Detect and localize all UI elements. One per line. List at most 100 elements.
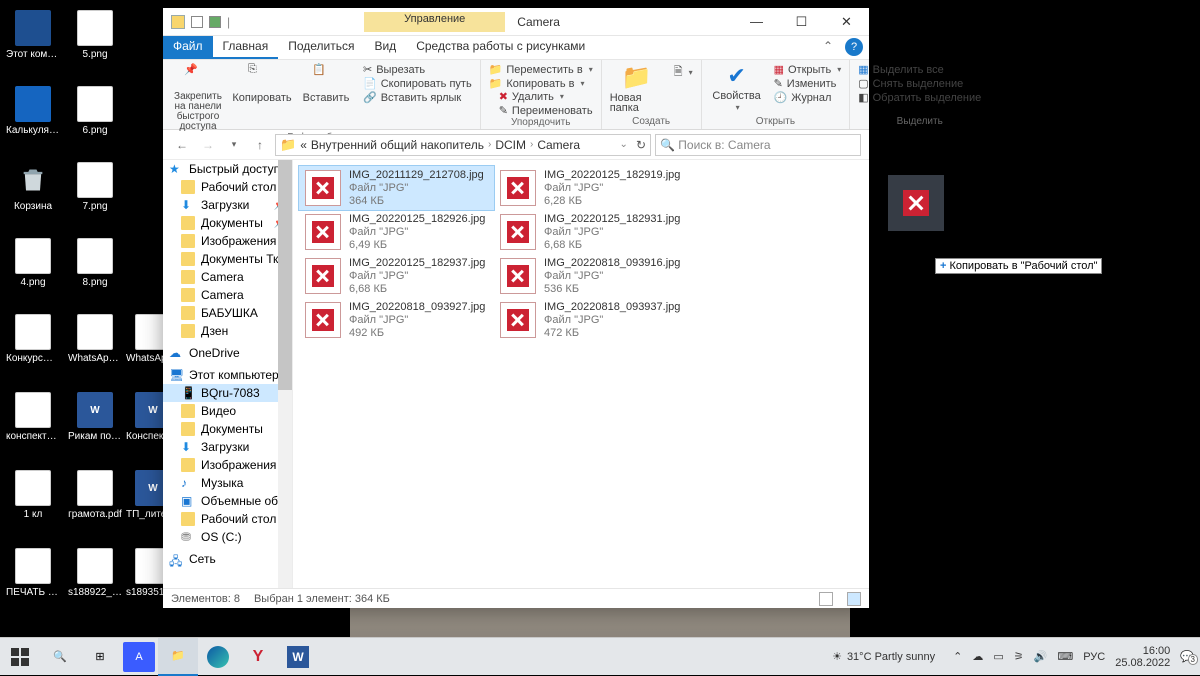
rename-button[interactable]: ✎Переименовать (499, 104, 593, 117)
back-button[interactable]: ← (171, 134, 193, 156)
details-view-button[interactable] (819, 592, 833, 606)
tray-chevron-icon[interactable]: ⌃ (953, 650, 962, 663)
nav-item[interactable]: 🖥Этот компьютер (163, 366, 292, 384)
weather-widget[interactable]: ☀31°C Partly sunny (832, 650, 935, 663)
tray-battery-icon[interactable]: ▭ (993, 650, 1003, 663)
delete-button[interactable]: ✖Удалить▾ (499, 90, 593, 103)
menu-view[interactable]: Вид (364, 36, 406, 59)
search-input[interactable]: 🔍 Поиск в: Camera (655, 134, 861, 156)
collapse-ribbon-icon[interactable]: ⌃ (817, 36, 839, 59)
start-button[interactable] (0, 638, 40, 676)
new-item-button[interactable]: 🗎▾ (674, 63, 693, 82)
context-tab[interactable]: Управление (364, 12, 505, 32)
taskbar-yandex[interactable]: Y (238, 638, 278, 676)
menu-file[interactable]: Файл (163, 36, 213, 59)
nav-item[interactable]: ♪Музыка (163, 474, 292, 492)
edit-button[interactable]: ✎Изменить (774, 77, 842, 90)
tray-clock[interactable]: 16:0025.08.2022 (1115, 645, 1170, 669)
recent-button[interactable]: ▾ (223, 134, 245, 156)
nav-item[interactable]: 🖧Сеть (163, 550, 292, 568)
tray-volume-icon[interactable]: 🔊 (1034, 650, 1048, 663)
file-item[interactable]: IMG_20220125_182919.jpgФайл "JPG"6,28 КБ (494, 166, 689, 210)
desktop-icon[interactable]: s188922_tk... (68, 548, 122, 598)
new-folder-button[interactable]: 📁Новая папка (610, 63, 664, 113)
refresh-button[interactable]: ↻ (636, 138, 646, 152)
desktop-icon[interactable]: 4.png (6, 238, 60, 288)
copy-to-button[interactable]: 📁Копировать в▾ (489, 77, 593, 90)
file-item[interactable]: IMG_20220818_093937.jpgФайл "JPG"472 КБ (494, 298, 689, 342)
nav-item[interactable]: Изображения (163, 456, 292, 474)
nav-item[interactable]: Изображения📌 (163, 232, 292, 250)
taskbar-explorer[interactable]: 📁 (158, 638, 198, 676)
copy-button[interactable]: ⎘Копировать (235, 63, 289, 104)
search-button[interactable]: 🔍 (40, 638, 80, 676)
desktop-icon[interactable]: 1 кл (6, 470, 60, 520)
copy-path-button[interactable]: 📄Скопировать путь (363, 77, 472, 90)
nav-item[interactable]: Видео (163, 402, 292, 420)
nav-item[interactable]: ★Быстрый доступ (163, 160, 292, 178)
desktop-icon[interactable]: 7.png (68, 162, 122, 212)
desktop-icon[interactable]: конспекты - Ярлык (6, 392, 60, 442)
menu-picture-tools[interactable]: Средства работы с рисунками (406, 36, 595, 59)
nav-item[interactable]: ▣Объемные объекты (163, 492, 292, 510)
breadcrumb[interactable]: 📁 « Внутренний общий накопитель› DCIM› C… (275, 134, 651, 156)
desktop-icon[interactable]: 5.png (68, 10, 122, 60)
desktop-icon[interactable]: 6.png (68, 86, 122, 136)
nav-item[interactable]: ☁OneDrive (163, 344, 292, 362)
file-item[interactable]: IMG_20220125_182931.jpgФайл "JPG"6,68 КБ (494, 210, 689, 254)
desktop-icon[interactable]: грамота.pdf (68, 470, 122, 520)
properties-button[interactable]: ✔Свойства▾ (710, 63, 764, 112)
large-icons-view-button[interactable] (847, 592, 861, 606)
taskbar-word[interactable]: W (278, 638, 318, 676)
open-button[interactable]: ▦Открыть▾ (774, 63, 842, 76)
up-button[interactable]: ↑ (249, 134, 271, 156)
maximize-button[interactable]: ☐ (779, 8, 824, 36)
taskbar-app[interactable]: A (123, 642, 155, 672)
file-item[interactable]: IMG_20220125_182926.jpgФайл "JPG"6,49 КБ (299, 210, 494, 254)
desktop-icon[interactable]: Конкурсы 21-22 - ... (6, 314, 60, 364)
pin-to-quickaccess-button[interactable]: 📌Закрепить на панели быстрого доступа (171, 63, 225, 132)
nav-item[interactable]: Camera (163, 286, 292, 304)
tray-keyboard-icon[interactable]: ⌨ (1057, 650, 1073, 663)
move-to-button[interactable]: 📁Переместить в▾ (489, 63, 593, 76)
select-none-button[interactable]: ▢Снять выделение (858, 77, 981, 90)
nav-pane[interactable]: ★Быстрый доступРабочий стол📌⬇Загрузки📌 До… (163, 160, 293, 588)
file-item[interactable]: IMG_20220818_093927.jpgФайл "JPG"492 КБ (299, 298, 494, 342)
qat-btn[interactable] (209, 16, 221, 28)
menu-home[interactable]: Главная (213, 36, 279, 59)
forward-button[interactable]: → (197, 134, 219, 156)
desktop-icon[interactable]: Корзина (6, 162, 60, 212)
file-list[interactable]: IMG_20211129_212708.jpgФайл "JPG"364 КБI… (293, 160, 869, 588)
help-icon[interactable]: ? (845, 38, 863, 56)
file-item[interactable]: IMG_20220125_182937.jpgФайл "JPG"6,68 КБ (299, 254, 494, 298)
titlebar[interactable]: | Управление Camera — ☐ ✕ (163, 8, 869, 36)
taskbar[interactable]: 🔍 ⊞ A 📁 Y W ☀31°C Partly sunny ⌃ ☁ ▭ ⚞ 🔊… (0, 637, 1200, 675)
close-button[interactable]: ✕ (824, 8, 869, 36)
task-view-button[interactable]: ⊞ (80, 638, 120, 676)
menu-share[interactable]: Поделиться (278, 36, 364, 59)
nav-item[interactable]: ⛃OS (C:) (163, 528, 292, 546)
nav-item[interactable]: Документы (163, 420, 292, 438)
qat-btn[interactable] (191, 16, 203, 28)
invert-selection-button[interactable]: ◧Обратить выделение (858, 91, 981, 104)
nav-item[interactable]: Дзен (163, 322, 292, 340)
nav-item[interactable]: ⬇Загрузки (163, 438, 292, 456)
file-item[interactable]: IMG_20211129_212708.jpgФайл "JPG"364 КБ (299, 166, 494, 210)
nav-item[interactable]: 📱BQru-7083 (163, 384, 292, 402)
file-item[interactable]: IMG_20220818_093916.jpgФайл "JPG"536 КБ (494, 254, 689, 298)
nav-item[interactable]: ⬇Загрузки📌 (163, 196, 292, 214)
breadcrumb-dropdown-icon[interactable]: ⌄ (620, 139, 628, 150)
cut-button[interactable]: ✂Вырезать (363, 63, 472, 76)
desktop-icon[interactable]: WhatsApp Image 2022... (68, 314, 122, 364)
minimize-button[interactable]: — (734, 8, 779, 36)
desktop-icon[interactable]: Этот компьютер... (6, 10, 60, 60)
tray-language[interactable]: РУС (1083, 651, 1105, 663)
nav-item[interactable]: Документы Ткач📌 (163, 250, 292, 268)
select-all-button[interactable]: ▦Выделить все (858, 63, 981, 76)
nav-item[interactable]: Camera (163, 268, 292, 286)
nav-item[interactable]: Рабочий стол📌 (163, 178, 292, 196)
tray-onedrive-icon[interactable]: ☁ (972, 650, 983, 663)
desktop-icon[interactable]: WРикам по фонду куль... (68, 392, 122, 442)
nav-item[interactable]: БАБУШКА (163, 304, 292, 322)
desktop-icon[interactable]: Калькулятор (6, 86, 60, 136)
